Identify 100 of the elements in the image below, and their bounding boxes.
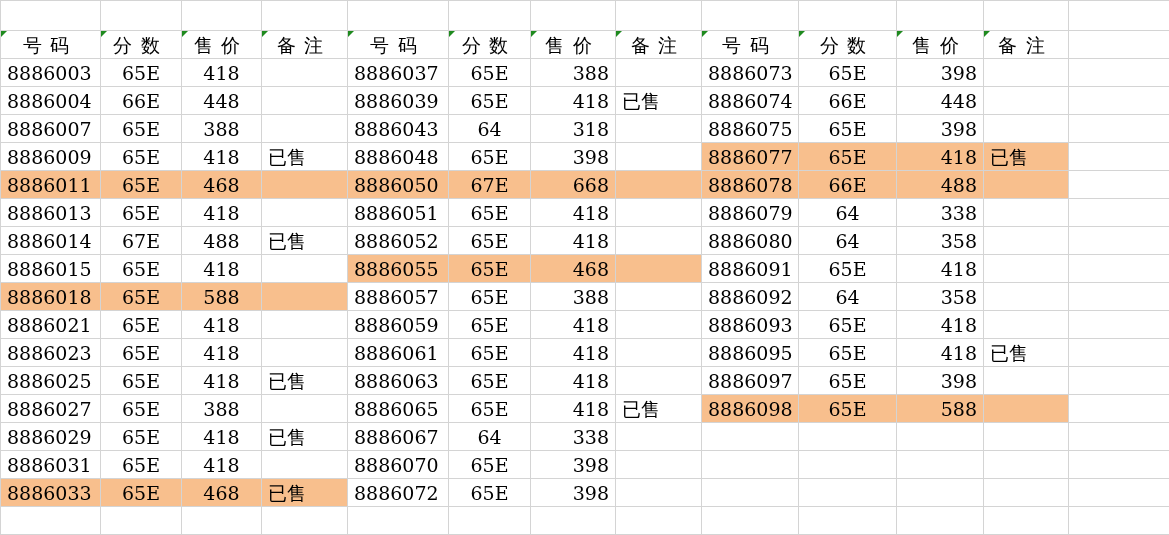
table-cell: 65E (448, 450, 531, 479)
table-cell: 65E (798, 58, 897, 87)
table-cell: 65E (100, 478, 182, 507)
table-cell: 668 (530, 170, 616, 199)
table-cell: 8886093 (701, 310, 799, 339)
table-cell: 418 (896, 310, 984, 339)
column-header: 备注 (630, 33, 687, 56)
table-cell: 65E (100, 198, 182, 227)
table-cell: 65E (100, 422, 182, 451)
table-cell: 65E (798, 366, 897, 395)
table-cell: 418 (181, 310, 262, 339)
table-cell: 8886025 (0, 366, 101, 395)
table-cell: 8886014 (0, 226, 101, 255)
table-cell: 8886018 (0, 282, 101, 311)
table-cell: 已售 (261, 422, 348, 451)
table-cell: 8886039 (347, 86, 449, 115)
table-cell: 65E (448, 478, 531, 507)
table-cell: 65E (100, 142, 182, 171)
table-cell: 已售 (261, 142, 348, 171)
table-cell: 65E (448, 58, 531, 87)
table-cell: 8886091 (701, 254, 799, 283)
table-cell: 8886021 (0, 310, 101, 339)
table-cell: 398 (530, 478, 616, 507)
table-cell: 65E (100, 282, 182, 311)
table-cell: 418 (530, 338, 616, 367)
table-cell: 8886055 (347, 254, 449, 283)
table-cell: 388 (181, 114, 262, 143)
table-cell: 448 (181, 86, 262, 115)
table-cell: 418 (181, 366, 262, 395)
table-cell: 418 (530, 310, 616, 339)
table-cell: 318 (530, 114, 616, 143)
table-cell: 64 (448, 114, 531, 143)
table-cell: 66E (798, 170, 897, 199)
table-cell: 418 (181, 254, 262, 283)
table-cell: 398 (530, 450, 616, 479)
table-cell: 8886009 (0, 142, 101, 171)
table-cell: 已售 (261, 478, 348, 507)
table-cell: 65E (448, 198, 531, 227)
column-header: 号码 (722, 33, 778, 56)
table-cell: 468 (530, 254, 616, 283)
table-cell: 65E (798, 310, 897, 339)
table-cell: 65E (448, 86, 531, 115)
table-cell: 418 (896, 338, 984, 367)
table-cell: 418 (181, 58, 262, 87)
table-cell: 已售 (261, 366, 348, 395)
table-cell: 418 (181, 338, 262, 367)
table-cell: 8886031 (0, 450, 101, 479)
table-cell: 338 (530, 422, 616, 451)
table-cell: 8886080 (701, 226, 799, 255)
table-cell: 418 (181, 142, 262, 171)
table-cell: 418 (530, 394, 616, 423)
table-cell: 358 (896, 226, 984, 255)
table-cell: 358 (896, 282, 984, 311)
table-cell: 65E (100, 338, 182, 367)
table-cell: 8886015 (0, 254, 101, 283)
table-cell: 418 (530, 86, 616, 115)
table-cell: 418 (181, 450, 262, 479)
table-cell: 488 (896, 170, 984, 199)
table-cell: 已售 (983, 338, 1069, 367)
table-cell: 8886033 (0, 478, 101, 507)
table-cell: 8886052 (347, 226, 449, 255)
table-cell: 468 (181, 170, 262, 199)
table-cell: 65E (448, 282, 531, 311)
table-cell: 398 (896, 58, 984, 87)
table-cell: 65E (100, 58, 182, 87)
table-cell: 65E (798, 142, 897, 171)
table-cell: 8886074 (701, 86, 799, 115)
table-cell: 8886063 (347, 366, 449, 395)
column-header: 号码 (22, 33, 79, 56)
table-cell: 388 (530, 58, 616, 87)
table-cell: 65E (448, 142, 531, 171)
table-cell: 418 (896, 254, 984, 283)
table-cell: 65E (448, 226, 531, 255)
table-cell: 64 (798, 198, 897, 227)
table-cell: 8886037 (347, 58, 449, 87)
table-cell: 8886051 (347, 198, 449, 227)
table-cell: 388 (530, 282, 616, 311)
column-header: 分数 (113, 33, 169, 56)
table-cell: 8886072 (347, 478, 449, 507)
column-header: 售价 (912, 33, 968, 56)
table-cell: 64 (798, 226, 897, 255)
column-header: 备注 (998, 33, 1054, 56)
table-cell: 8886007 (0, 114, 101, 143)
table-cell: 8886077 (701, 142, 799, 171)
table-cell: 66E (100, 86, 182, 115)
table-cell: 588 (896, 394, 984, 423)
table-cell: 65E (448, 338, 531, 367)
column-header: 备注 (276, 33, 333, 56)
table-cell: 已售 (983, 142, 1069, 171)
table-cell: 8886048 (347, 142, 449, 171)
table-cell: 8886043 (347, 114, 449, 143)
table-cell: 8886004 (0, 86, 101, 115)
table-cell: 418 (181, 198, 262, 227)
table-cell: 8886057 (347, 282, 449, 311)
table-cell: 418 (530, 366, 616, 395)
table-cell: 418 (530, 226, 616, 255)
table-cell: 8886050 (347, 170, 449, 199)
table-cell: 65E (448, 366, 531, 395)
table-cell: 8886079 (701, 198, 799, 227)
table-cell: 8886098 (701, 394, 799, 423)
